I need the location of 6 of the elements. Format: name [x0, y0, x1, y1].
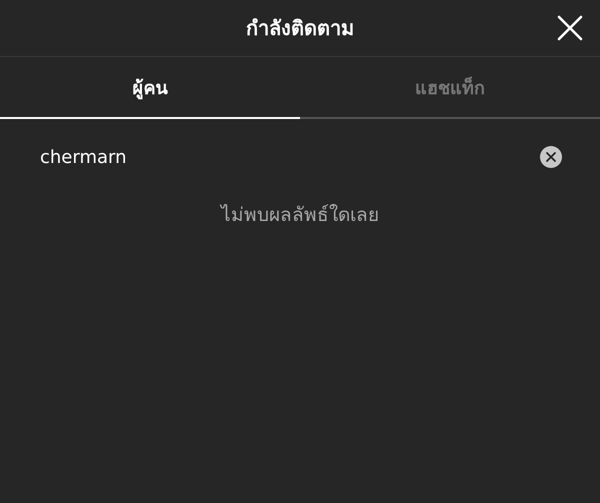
clear-icon[interactable] — [540, 146, 562, 168]
close-icon[interactable] — [557, 15, 583, 41]
dialog-title: กำลังติดตาม — [246, 15, 354, 42]
empty-message: ไม่พบผลลัพธ์ใดเลย — [221, 203, 379, 228]
search-field[interactable]: chermarn — [40, 146, 540, 168]
tab[interactable]: ผู้คน — [0, 57, 300, 119]
